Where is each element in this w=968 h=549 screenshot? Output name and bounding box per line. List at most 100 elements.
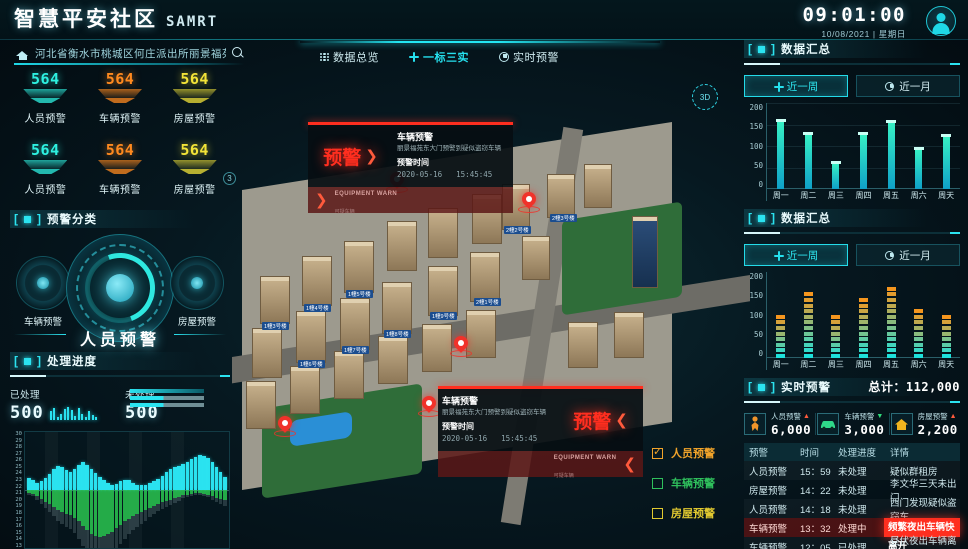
table-row[interactable]: 人员预警 14：18 未处理 西门发现疑似盗窃车	[744, 498, 960, 523]
panel-title-text: 预警分类	[47, 214, 97, 226]
checkbox-house[interactable]	[652, 507, 663, 519]
user-avatar-icon[interactable]	[926, 6, 956, 36]
chart-2-bar	[803, 292, 813, 358]
map-building[interactable]	[522, 236, 550, 280]
chart-1-bar	[913, 147, 924, 189]
bracket-left: [	[748, 380, 752, 394]
gauge-house[interactable]	[170, 256, 224, 310]
table-row[interactable]: 车辆预警 12：05 已处理 昼伏夜出车辆离开丽	[744, 536, 960, 549]
map-building[interactable]	[387, 221, 417, 271]
kpi-value: 6,000	[771, 422, 812, 437]
wave-bar	[64, 432, 69, 548]
subnav-item-data-overview[interactable]: 数据总览	[320, 49, 379, 65]
person-icon	[744, 413, 766, 435]
stat-card-3[interactable]: 564 人员预警	[10, 143, 81, 196]
map-building[interactable]	[252, 328, 282, 378]
wave-bar	[81, 432, 85, 548]
map-building[interactable]	[246, 381, 276, 429]
help-badge[interactable]: 3	[223, 172, 236, 185]
stat-card-4[interactable]: 564 车辆预警	[85, 143, 156, 196]
map-building[interactable]	[382, 282, 412, 334]
legend-item-person[interactable]: 人员预警	[652, 438, 715, 468]
map-building[interactable]	[344, 241, 374, 293]
stat-plate-icon	[172, 160, 217, 177]
checkbox-vehicle[interactable]	[652, 477, 663, 489]
popup-footer[interactable]: ❯ EQUIPMENT WARN 可疑车辆	[308, 187, 513, 215]
subnav-item-realtime-alert[interactable]: 实时预警	[499, 49, 559, 65]
range-month-button-2[interactable]: 近一月	[856, 244, 960, 266]
kpi-vehicle[interactable]: 车辆预警 ▼ 3,000	[815, 411, 886, 437]
kpi-house[interactable]: 房屋预警 ▲ 2,200	[888, 411, 960, 437]
chevron-right-icon[interactable]: ❯	[315, 191, 328, 209]
map-alert-pin[interactable]	[450, 333, 472, 357]
map-building[interactable]	[428, 208, 458, 258]
wave-bar	[97, 432, 102, 548]
square-icon	[758, 214, 765, 222]
map-building[interactable]	[378, 336, 408, 384]
gauge-vehicle[interactable]	[16, 256, 70, 310]
chart-2-bar	[858, 298, 868, 358]
wave-bar	[164, 432, 169, 548]
range-month-button-1[interactable]: 近一月	[856, 75, 960, 97]
legend-item-vehicle[interactable]: 车辆预警	[652, 468, 715, 498]
map-building[interactable]	[290, 366, 320, 414]
wave-bar	[177, 432, 181, 548]
home-icon[interactable]	[16, 47, 29, 60]
alert-type: 人员预警	[749, 504, 788, 516]
bracket-right: ]	[771, 211, 775, 225]
wave-bar	[214, 432, 219, 548]
kpi-person[interactable]: 人员预警 ▲ 6,000	[744, 411, 813, 437]
map-building[interactable]	[260, 276, 290, 324]
map-alert-pin[interactable]	[418, 393, 440, 417]
map-building[interactable]	[302, 256, 332, 306]
chart-1-tick: 周三	[827, 191, 844, 200]
stat-value: 564	[180, 70, 209, 88]
range-week-button-2[interactable]: 近一周	[744, 244, 848, 266]
map-building[interactable]	[614, 312, 644, 358]
search-input[interactable]: 河北省衡水市桃城区何庄派出所丽景福苑	[35, 46, 226, 61]
stat-plate-icon	[172, 89, 217, 106]
search-icon[interactable]	[232, 47, 244, 59]
range-week-button-1[interactable]: 近一周	[744, 75, 848, 97]
map-building[interactable]	[568, 322, 598, 368]
progress-done: 已处理 500	[10, 387, 115, 423]
trend-up-icon: ▲	[949, 413, 957, 420]
alert-popup-1[interactable]: 预警 ❯ 车辆预警 丽景福苑东大门预警到疑似盗窃车辆 预警时间 2020-05-…	[308, 122, 513, 215]
map-alert-pin[interactable]	[518, 189, 540, 213]
chevron-right-icon[interactable]: ❯	[365, 147, 378, 165]
stat-card-2[interactable]: 564 房屋预警	[159, 72, 230, 125]
map-building[interactable]	[547, 174, 575, 218]
map-building[interactable]	[334, 351, 364, 399]
subnav-item-yibiaosanshi[interactable]: 一标三实	[409, 49, 469, 65]
map-building[interactable]	[584, 164, 612, 208]
map-building[interactable]	[428, 266, 458, 316]
wave-y-axis: 30 29 28 27 26 25 24 23 22 21 20 19 18 17 16 15 14 13	[15, 431, 22, 549]
chevron-left-icon[interactable]: ❮	[623, 455, 636, 473]
stat-value: 564	[180, 141, 209, 159]
wave-bar	[181, 432, 185, 548]
toggle-3d-button[interactable]: 3D	[692, 84, 718, 110]
chevron-left-icon[interactable]: ❮	[615, 411, 628, 429]
checkbox-person[interactable]	[652, 445, 663, 459]
kpi-row: 人员预警 ▲ 6,000 车辆预警 ▼ 3,000 房屋预警 ▲ 2,200	[744, 411, 960, 437]
map-building[interactable]	[296, 311, 326, 363]
cross-icon	[409, 52, 419, 62]
stat-plate-icon	[23, 89, 68, 106]
map-building[interactable]	[422, 324, 452, 372]
legend-item-house[interactable]: 房屋预警	[652, 498, 715, 528]
panel-rule	[744, 401, 960, 403]
chart-1-tick: 周六	[910, 191, 927, 200]
map-alert-pin[interactable]	[274, 413, 296, 437]
stat-card-1[interactable]: 564 车辆预警	[85, 72, 156, 125]
progress-done-value: 500	[10, 403, 44, 423]
stat-card-5[interactable]: 564 房屋预警	[159, 143, 230, 196]
left-panel: 564 人员预警 564 车辆预警 564 房屋预警 564 人员预警 564	[10, 72, 236, 549]
popup-footer[interactable]: ❮ EQUIPMENT WARN 可疑车辆	[438, 451, 643, 479]
map-building[interactable]	[340, 298, 370, 350]
legend-label-vehicle: 车辆预警	[671, 478, 715, 490]
search-bar[interactable]: 河北省衡水市桃城区何庄派出所丽景福苑	[16, 44, 244, 62]
alert-time: 14：18	[800, 504, 831, 516]
alert-popup-2[interactable]: 预警 ❮ 车辆预警 丽景福苑东大门预警到疑似盗窃车辆 预警时间 2020-05-…	[438, 386, 643, 479]
map-building[interactable]	[470, 252, 500, 302]
stat-card-0[interactable]: 564 人员预警	[10, 72, 81, 125]
